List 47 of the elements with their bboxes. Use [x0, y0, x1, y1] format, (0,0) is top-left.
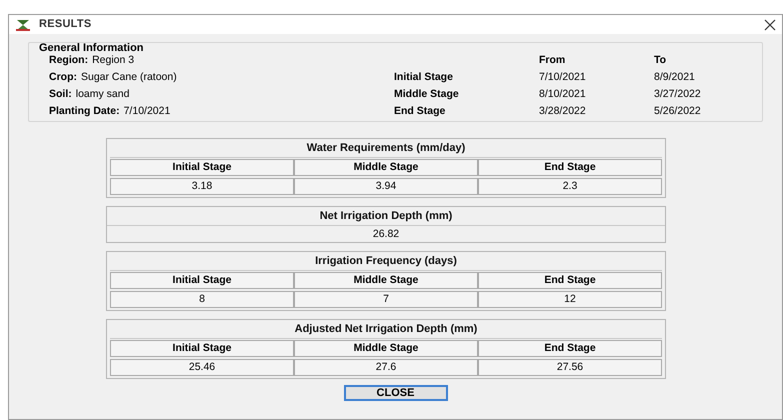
table-cell-text: 26.82 [372, 227, 400, 242]
close-button[interactable]: CLOSE [344, 385, 448, 401]
group-title: General Information [39, 42, 145, 54]
column-header: Initial Stage [110, 340, 294, 357]
column-header: To [654, 54, 666, 67]
section-title: Net Irrigation Depth (mm) [107, 207, 665, 226]
column-header: Middle Stage [294, 159, 478, 176]
column-header: Initial Stage [110, 272, 294, 289]
column-header: Initial Stage [110, 159, 294, 176]
app-icon [15, 18, 31, 30]
column-header: Middle Stage [294, 272, 478, 289]
column-header: From [539, 54, 566, 67]
stage-label: End Stage [394, 105, 446, 118]
section-title: Water Requirements (mm/day) [110, 139, 662, 158]
column-header: End Stage [478, 272, 662, 289]
column-header: Middle Stage [294, 340, 478, 357]
table-cell: 3.18 [110, 178, 294, 195]
date-value: 3/28/2022 [539, 105, 587, 118]
date-value: 8/9/2021 [654, 71, 695, 84]
stage-label: Initial Stage [394, 71, 454, 84]
field-value: Region 3 [92, 54, 134, 67]
date-value: 3/27/2022 [654, 88, 701, 101]
date-value: 5/26/2022 [654, 105, 701, 118]
field-label: Crop: [49, 71, 77, 84]
date-value: 8/10/2021 [539, 88, 587, 101]
table-cell: 12 [478, 291, 662, 308]
date-value: 7/10/2021 [539, 71, 587, 84]
table-cell: 2.3 [478, 178, 662, 195]
column-header: End Stage [478, 159, 662, 176]
field-label: Region: [49, 54, 88, 67]
table-cell: 7 [294, 291, 478, 308]
field-value: 7/10/2021 [124, 105, 170, 118]
table-cell: 27.56 [478, 359, 662, 376]
table-cell: 25.46 [110, 359, 294, 376]
section-title: Adjusted Net Irrigation Depth (mm) [110, 320, 662, 339]
window-title: RESULTS [39, 17, 92, 32]
table-cell: 8 [110, 291, 294, 308]
field-label: Soil: [49, 88, 72, 101]
stage-label: Middle Stage [394, 88, 460, 101]
table-cell: 27.6 [294, 359, 478, 376]
section-title: Irrigation Frequency (days) [110, 252, 662, 271]
table-cell: 3.94 [294, 178, 478, 195]
field-label: Planting Date: [49, 105, 120, 118]
column-header: End Stage [478, 340, 662, 357]
field-value: loamy sand [76, 88, 130, 101]
close-icon[interactable] [764, 18, 776, 30]
field-value: Sugar Cane (ratoon) [81, 71, 177, 84]
